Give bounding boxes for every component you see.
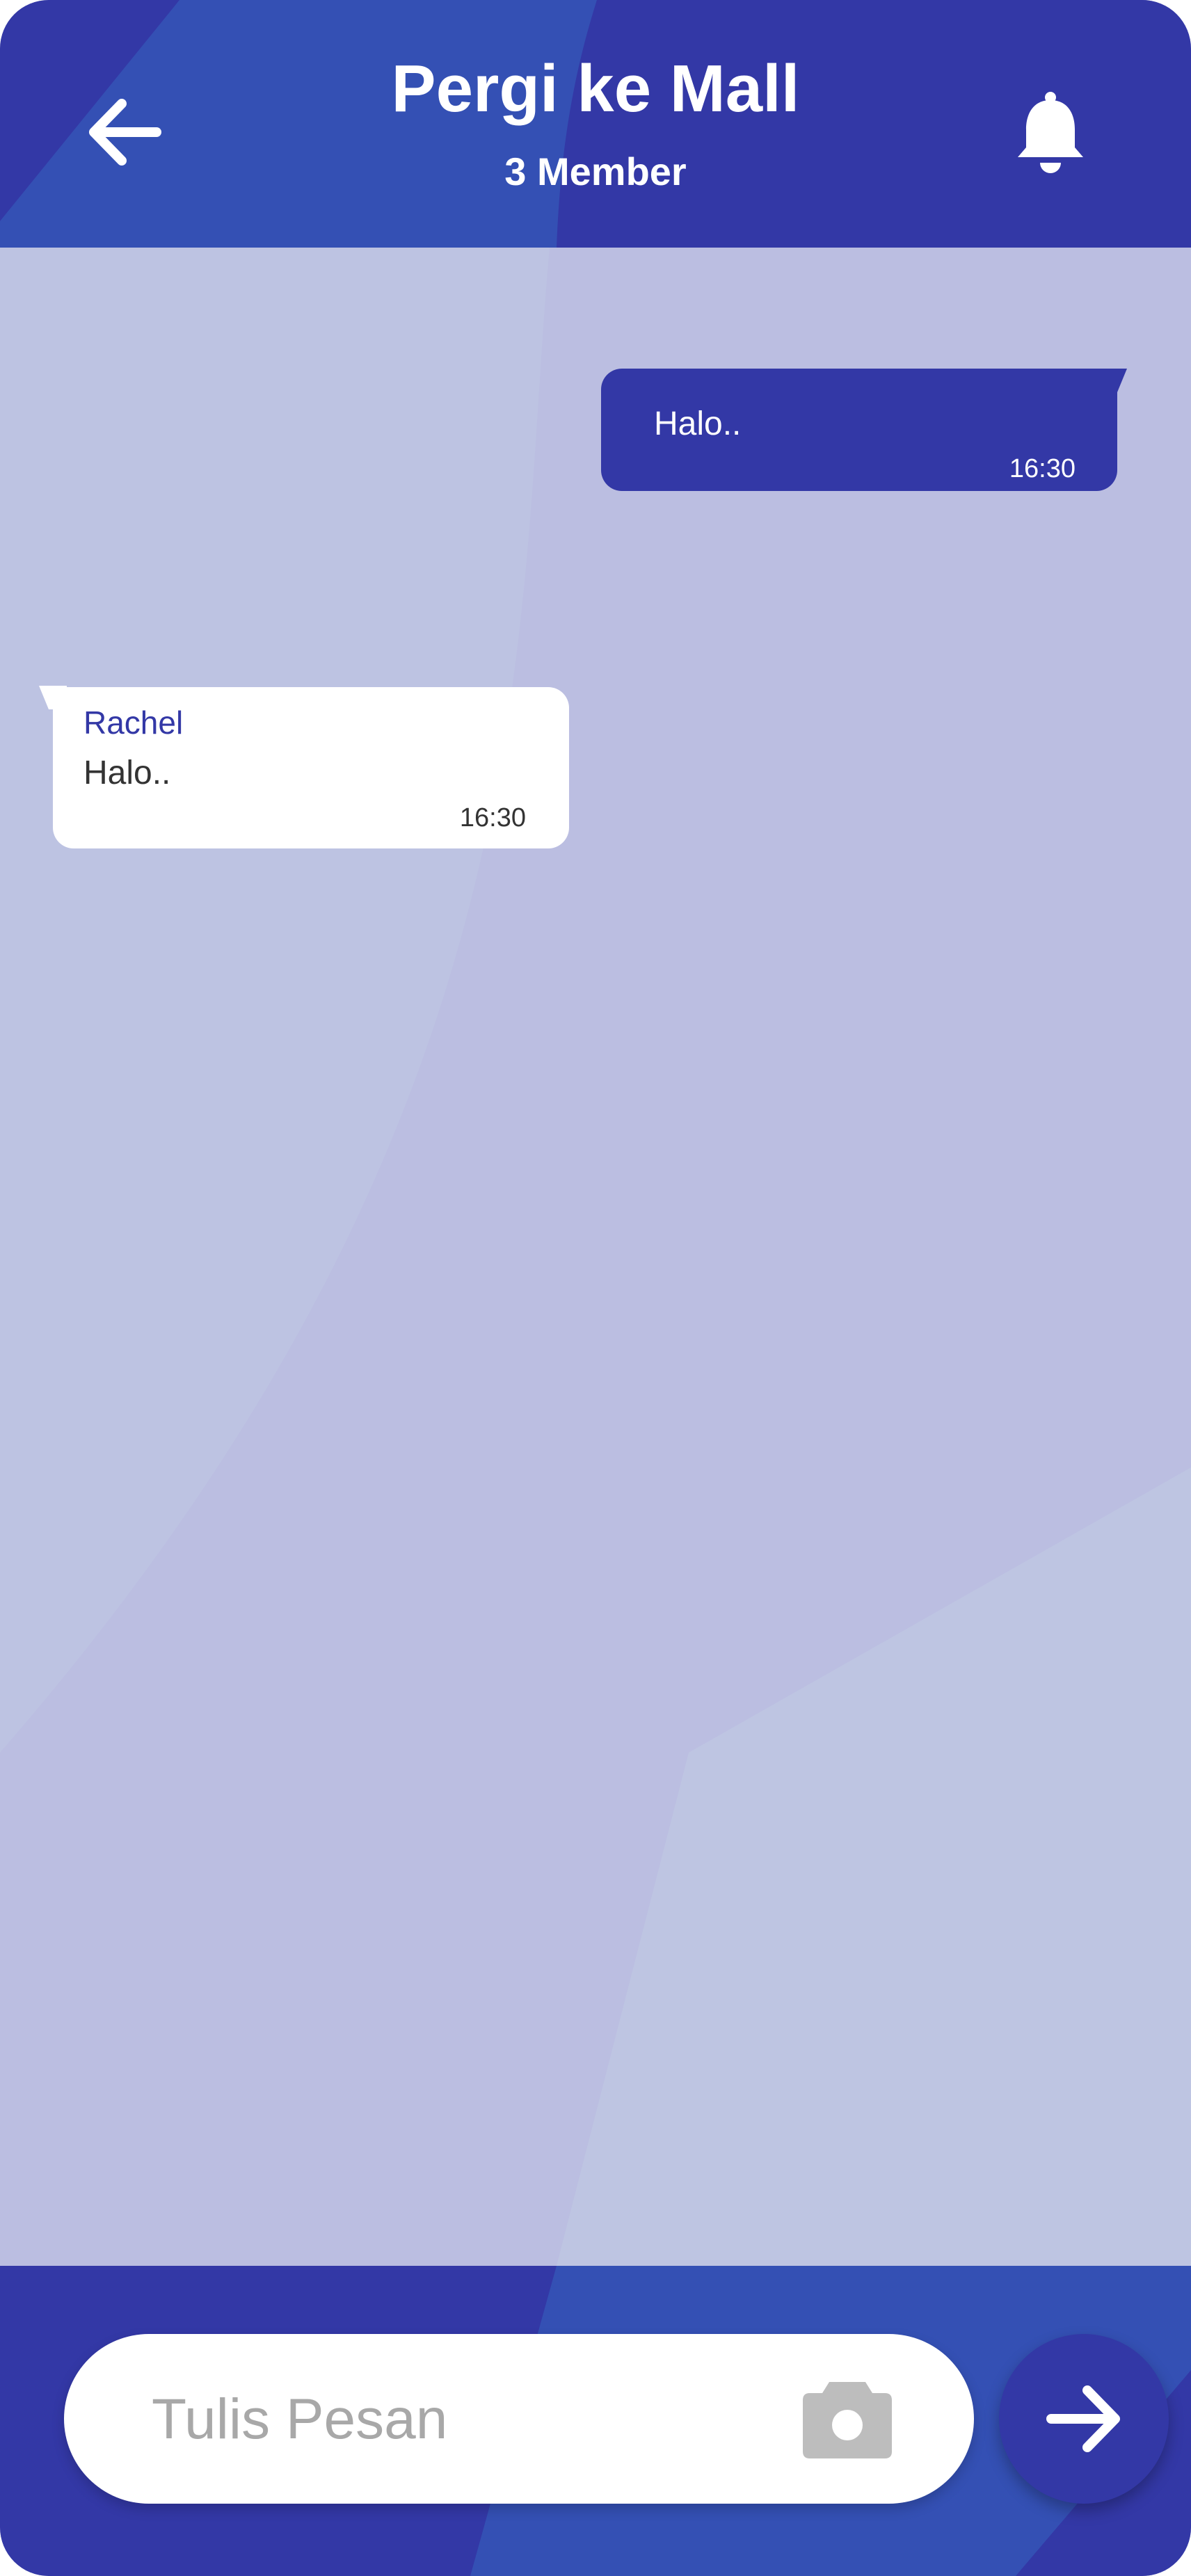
- member-count: 3 Member: [504, 150, 687, 193]
- message-time: 16:30: [1009, 454, 1076, 483]
- arrow-right-icon: [1046, 2385, 1120, 2452]
- message-input[interactable]: [150, 2377, 779, 2462]
- chat-screen: Pergi ke Mall 3 Member Halo.. 16:30 Rach…: [0, 0, 1191, 2576]
- chat-header: Pergi ke Mall 3 Member: [0, 0, 1191, 248]
- message-text: Halo..: [654, 405, 742, 442]
- arrow-left-icon: [89, 99, 161, 166]
- outgoing-message[interactable]: Halo.. 16:30: [601, 369, 1117, 491]
- sender-name: Rachel: [83, 705, 184, 741]
- page-title: Pergi ke Mall: [391, 51, 800, 126]
- back-button[interactable]: [77, 83, 174, 181]
- notification-button[interactable]: [1002, 83, 1099, 181]
- message-input-container: [64, 2334, 974, 2504]
- camera-button[interactable]: [799, 2373, 896, 2465]
- message-text: Halo..: [83, 755, 171, 791]
- incoming-message[interactable]: Rachel Halo.. 16:30: [53, 687, 569, 848]
- camera-icon: [803, 2382, 892, 2458]
- send-button[interactable]: [999, 2334, 1169, 2504]
- message-composer: [0, 2266, 1191, 2576]
- message-time: 16:30: [459, 803, 526, 832]
- bell-icon: [1018, 92, 1083, 173]
